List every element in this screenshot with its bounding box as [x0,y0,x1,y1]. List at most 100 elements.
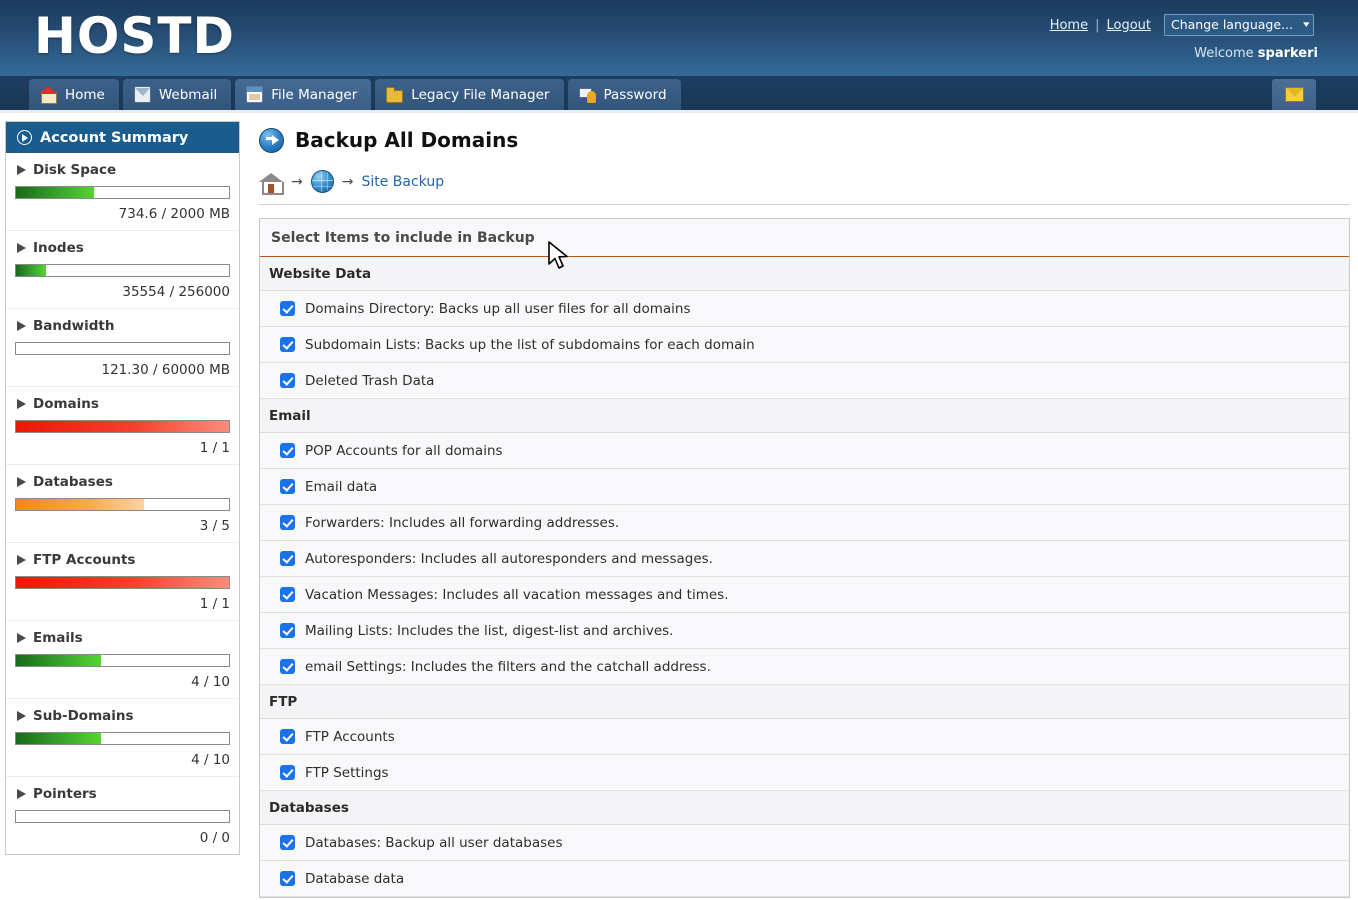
sidebar-item-label-row: Sub-Domains [15,708,230,724]
sidebar-item-label-row: Databases [15,474,230,490]
backup-option-label: FTP Accounts [305,728,395,745]
sidebar-item-databases[interactable]: Databases 3 / 5 [6,465,239,543]
tab-file-manager[interactable]: File Manager [235,79,372,110]
checkbox-checked-icon[interactable] [280,337,295,352]
usage-progress-fill [16,265,46,276]
checkbox-checked-icon[interactable] [280,623,295,638]
usage-progress-bar [15,264,230,277]
home-link[interactable]: Home [1050,18,1088,33]
tab-webmail[interactable]: Webmail [122,79,232,110]
sidebar-item-disk-space[interactable]: Disk Space 734.6 / 2000 MB [6,153,239,231]
logout-link[interactable]: Logout [1106,18,1151,33]
sidebar-item-label-row: Bandwidth [15,318,230,334]
backup-option-row[interactable]: Vacation Messages: Includes all vacation… [260,577,1349,613]
tab-password[interactable]: Password [567,79,681,110]
sidebar-item-label: Emails [33,630,83,646]
main-content: Backup All Domains → → Site Backup Selec… [240,121,1358,900]
usage-value: 1 / 1 [199,596,230,612]
sidebar-item-label: Disk Space [33,162,117,178]
sidebar-item-ftp-accounts[interactable]: FTP Accounts 1 / 1 [6,543,239,621]
checkbox-checked-icon[interactable] [280,443,295,458]
folder-icon [386,86,404,103]
mail-button[interactable] [1272,79,1316,110]
sidebar-item-label-row: Pointers [15,786,230,802]
usage-value: 1 / 1 [199,440,230,456]
backup-option-label: Mailing Lists: Includes the list, digest… [305,622,674,639]
sidebar-item-sub-domains[interactable]: Sub-Domains 4 / 10 [6,699,239,777]
checkbox-checked-icon[interactable] [280,479,295,494]
backup-option-row[interactable]: Domains Directory: Backs up all user fil… [260,291,1349,327]
sidebar-item-inodes[interactable]: Inodes 35554 / 256000 [6,231,239,309]
breadcrumb-arrow-1: → [291,173,303,190]
checkbox-checked-icon[interactable] [280,871,295,886]
usage-value: 3 / 5 [199,518,230,534]
tab-legacy-file-manager-label: Legacy File Manager [411,86,550,103]
sidebar-item-label-row: Emails [15,630,230,646]
checkbox-checked-icon[interactable] [280,551,295,566]
backup-option-row[interactable]: FTP Settings [260,755,1349,791]
backup-option-row[interactable]: Email data [260,469,1349,505]
backup-option-row[interactable]: Deleted Trash Data [260,363,1349,399]
usage-progress-bar [15,810,230,823]
backup-option-label: Vacation Messages: Includes all vacation… [305,586,729,603]
backup-option-row[interactable]: POP Accounts for all domains [260,433,1349,469]
usage-progress-fill [16,499,144,510]
site-logo: HOSTD [34,7,235,65]
backup-option-row[interactable]: Mailing Lists: Includes the list, digest… [260,613,1349,649]
mail-icon [1284,87,1304,102]
usage-value: 4 / 10 [191,674,230,690]
welcome-message: Welcome sparkeri [1194,46,1318,61]
backup-option-label: POP Accounts for all domains [305,442,503,459]
change-language-value: Change language... [1171,17,1293,32]
triangle-right-icon [17,789,26,799]
sidebar-item-label: Domains [33,396,99,412]
tab-file-manager-label: File Manager [271,86,358,103]
backup-option-row[interactable]: Databases: Backup all user databases [260,825,1349,861]
checkbox-checked-icon[interactable] [280,729,295,744]
usage-progress-fill [16,655,102,666]
checkbox-checked-icon[interactable] [280,835,295,850]
arrow-circle-icon [259,127,284,153]
sidebar-item-label-row: FTP Accounts [15,552,230,568]
house-icon[interactable] [259,171,284,195]
backup-option-row[interactable]: email Settings: Includes the filters and… [260,649,1349,685]
checkbox-checked-icon[interactable] [280,373,295,388]
sidebar-item-label: Sub-Domains [33,708,134,724]
tab-webmail-label: Webmail [158,86,218,103]
breadcrumb-site-backup-link[interactable]: Site Backup [361,174,444,190]
tab-home[interactable]: Home [29,79,119,110]
backup-option-row[interactable]: Autoresponders: Includes all autorespond… [260,541,1349,577]
checkbox-checked-icon[interactable] [280,765,295,780]
globe-icon[interactable] [310,170,334,193]
backup-option-label: Forwarders: Includes all forwarding addr… [305,514,620,531]
sidebar-item-label-row: Domains [15,396,230,412]
checkbox-checked-icon[interactable] [280,659,295,674]
usage-progress-fill [16,577,229,588]
usage-progress-bar [15,342,230,355]
file-manager-icon [246,86,264,103]
sidebar-item-domains[interactable]: Domains 1 / 1 [6,387,239,465]
triangle-right-icon [17,243,26,253]
usage-progress-fill [16,421,229,432]
checkbox-checked-icon[interactable] [280,587,295,602]
sidebar-item-pointers[interactable]: Pointers 0 / 0 [6,777,239,854]
checkbox-checked-icon[interactable] [280,301,295,316]
breadcrumb-arrow-2: → [341,173,354,190]
tab-home-label: Home [65,86,105,103]
account-summary-sidebar: Account Summary Disk Space 734.6 / 2000 M… [5,121,240,855]
backup-option-row[interactable]: Subdomain Lists: Backs up the list of su… [260,327,1349,363]
backup-option-row[interactable]: Forwarders: Includes all forwarding addr… [260,505,1349,541]
welcome-prefix: Welcome [1194,46,1258,61]
sidebar-item-emails[interactable]: Emails 4 / 10 [6,621,239,699]
envelope-icon [133,86,151,103]
backup-option-label: FTP Settings [305,764,389,781]
checkbox-checked-icon[interactable] [280,515,295,530]
link-separator: | [1095,17,1100,33]
tab-legacy-file-manager[interactable]: Legacy File Manager [375,79,564,110]
tab-password-label: Password [603,86,667,103]
backup-option-row[interactable]: Database data [260,861,1349,897]
backup-option-row[interactable]: FTP Accounts [260,719,1349,755]
backup-option-label: email Settings: Includes the filters and… [305,658,711,675]
sidebar-item-bandwidth[interactable]: Bandwidth 121.30 / 60000 MB [6,309,239,387]
change-language-select[interactable]: Change language... ▾ [1164,14,1314,36]
